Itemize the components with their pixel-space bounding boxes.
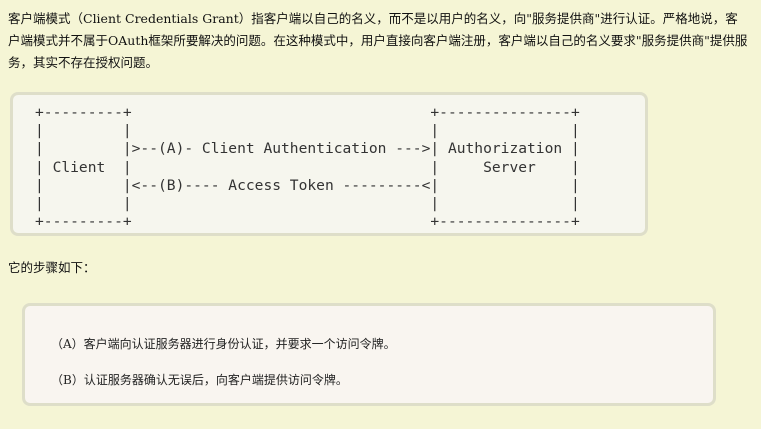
flow-diagram-box: +---------+ +---------------+ | | | | | … bbox=[10, 92, 648, 236]
intro-paragraph: 客户端模式（Client Credentials Grant）指客户端以自己的名… bbox=[8, 11, 748, 70]
steps-label: 它的步骤如下： bbox=[8, 260, 96, 275]
flow-diagram: +---------+ +---------------+ | | | | | … bbox=[35, 104, 580, 231]
step-b: （B）认证服务器确认无误后，向客户端提供访问令牌。 bbox=[51, 373, 348, 387]
steps-box: （A）客户端向认证服务器进行身份认证，并要求一个访问令牌。 （B）认证服务器确认… bbox=[22, 303, 716, 406]
step-a: （A）客户端向认证服务器进行身份认证，并要求一个访问令牌。 bbox=[51, 337, 396, 351]
